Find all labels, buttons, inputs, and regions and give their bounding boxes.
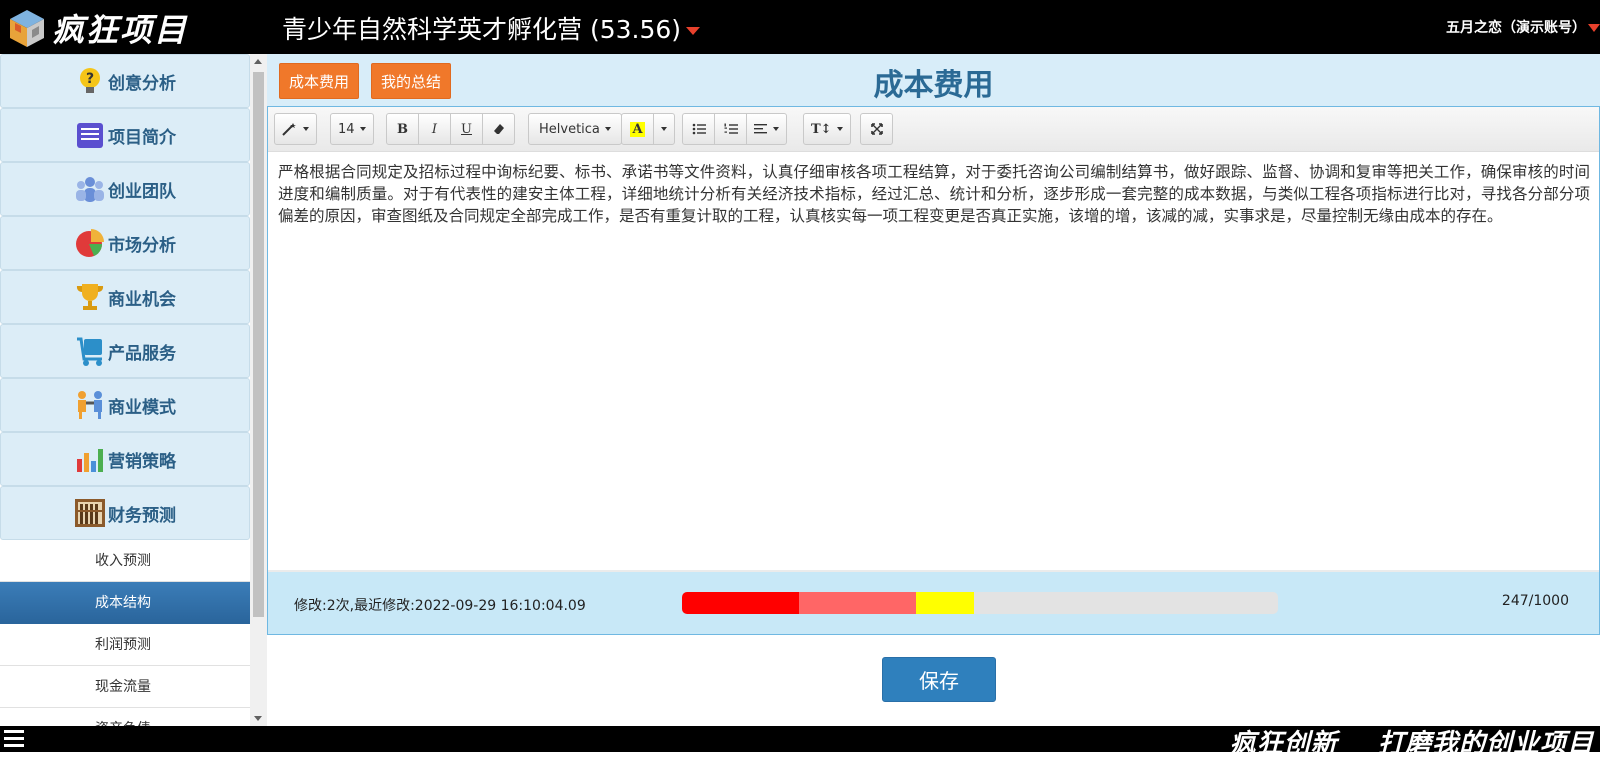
sidebar-item-label: 商业机会 [108, 289, 176, 310]
text-color-dropdown[interactable] [653, 113, 675, 145]
underline-icon: U [461, 121, 472, 137]
sidebar-item-label: 创业团队 [108, 181, 176, 202]
progress-segment [682, 592, 799, 614]
project-selector[interactable]: 青少年自然科学英才孵化营 (53.56) [282, 10, 701, 46]
sidebar-item-label: 营销策略 [108, 451, 176, 472]
trophy-icon [76, 284, 104, 310]
sidebar-scrollbar[interactable] [250, 54, 267, 726]
text-color-button[interactable]: A [621, 113, 654, 145]
sidebar-item-label: 商业模式 [108, 397, 176, 418]
handshake-icon [78, 391, 102, 419]
magic-wand-style-button[interactable] [274, 113, 317, 145]
text-style-dropdown[interactable]: T↕ [803, 113, 851, 145]
eraser-icon [493, 124, 504, 134]
clear-format-button[interactable] [482, 113, 515, 145]
main-content: 成本费用 成本费用 我的总结 14 B I U Helvetica A T↕ 严… [267, 54, 1600, 726]
ordered-list-icon [724, 123, 738, 134]
text-height-icon: T↕ [811, 121, 832, 137]
bottom-bar: 疯狂创新 打磨我的创业项目 [0, 726, 1600, 759]
bold-icon: B [397, 121, 408, 137]
ordered-list-button[interactable] [714, 113, 747, 145]
sidebar-item-creative-analysis[interactable]: ? 创意分析 [0, 54, 250, 108]
editor-toolbar: 14 B I U Helvetica A T↕ [268, 107, 1599, 152]
cube-logo-icon [10, 10, 44, 47]
sidebar-item-market-analysis[interactable]: 市场分析 [0, 216, 250, 270]
font-size-value: 14 [338, 121, 355, 137]
fullscreen-button[interactable] [860, 113, 893, 145]
sidebar-item-business-opportunity[interactable]: 商业机会 [0, 270, 250, 324]
brand-name: 疯狂项目 [52, 11, 189, 49]
sidebar-item-label: 财务预测 [108, 505, 176, 526]
scroll-up-icon[interactable] [254, 59, 262, 64]
chevron-down-icon [686, 27, 701, 35]
magic-wand-icon [282, 123, 296, 136]
cart-icon [77, 337, 102, 366]
expand-icon [870, 123, 883, 135]
editor-text-area[interactable]: 严格根据合同规定及招标过程中询标纪要、标书、承诺书等文件资料，认真仔细审核各项工… [278, 161, 1590, 227]
slogan: 疯狂创新 打磨我的创业项目 [1229, 729, 1594, 759]
align-left-icon [754, 124, 767, 134]
sidebar-item-label: 项目简介 [108, 127, 176, 148]
sidebar-item-marketing-strategy[interactable]: 营销策略 [0, 432, 250, 486]
lightbulb-question-icon: ? [80, 68, 100, 93]
abacus-icon [75, 499, 105, 527]
sidebar-item-financial-forecast[interactable]: 财务预测 [0, 486, 250, 540]
progress-segment [798, 592, 916, 614]
bold-button[interactable]: B [386, 113, 419, 145]
unordered-list-icon [692, 123, 706, 135]
sidebar-item-business-model[interactable]: 商业模式 [0, 378, 250, 432]
bullet-list-button[interactable] [682, 113, 715, 145]
sidebar-item-label: 市场分析 [108, 235, 176, 256]
text-color-icon: A [630, 121, 645, 137]
editor-status-bar: 修改:2次,最近修改:2022-09-29 16:10:04.09 247/10… [267, 572, 1600, 635]
sidebar-subitem-profit-forecast[interactable]: 利润预测 [0, 624, 250, 666]
user-menu-caret-icon[interactable] [1588, 24, 1600, 32]
sidebar-subitem-cash-flow[interactable]: 现金流量 [0, 666, 250, 708]
team-icon [76, 177, 104, 202]
align-dropdown[interactable] [746, 113, 787, 145]
tab-cost-expense[interactable]: 成本费用 [279, 63, 360, 99]
content-header: 成本费用 成本费用 我的总结 [267, 54, 1600, 106]
scroll-down-icon[interactable] [254, 716, 262, 721]
progress-segment [915, 592, 975, 614]
logo[interactable]: 疯狂项目 [6, 6, 188, 50]
sidebar-item-label: 产品服务 [108, 343, 176, 364]
hamburger-menu-icon[interactable] [4, 730, 24, 749]
sidebar-item-label: 创意分析 [108, 73, 176, 94]
sidebar-subitem-balance-sheet[interactable]: 资产负债 [0, 708, 250, 726]
rich-text-editor: 14 B I U Helvetica A T↕ 严格根据合同规定及招标过程中询标… [267, 106, 1600, 594]
modify-info: 修改:2次,最近修改:2022-09-29 16:10:04.09 [294, 598, 586, 614]
italic-icon: I [431, 121, 438, 137]
document-icon [77, 123, 103, 148]
bar-chart-icon [77, 449, 103, 472]
svg-text:?: ? [86, 71, 94, 87]
tab-my-summary[interactable]: 我的总结 [371, 63, 452, 99]
char-count: 247/1000 [1501, 593, 1569, 609]
sidebar: ? 创意分析 项目简介 创业团队 市场分析 商业机会 产品服务 商业模式 营销策… [0, 54, 250, 726]
font-family-value: Helvetica [539, 121, 600, 137]
char-progress-bar [682, 592, 1278, 614]
font-size-dropdown[interactable]: 14 [330, 113, 374, 145]
italic-button[interactable]: I [418, 113, 451, 145]
pie-chart-icon [76, 229, 104, 257]
sidebar-item-team[interactable]: 创业团队 [0, 162, 250, 216]
save-button[interactable]: 保存 [882, 657, 996, 702]
project-title: 青少年自然科学英才孵化营 (53.56) [282, 15, 682, 44]
sidebar-item-project-intro[interactable]: 项目简介 [0, 108, 250, 162]
sidebar-subitem-revenue-forecast[interactable]: 收入预测 [0, 540, 250, 582]
underline-button[interactable]: U [450, 113, 483, 145]
scrollbar-thumb[interactable] [253, 72, 264, 617]
top-bar: 疯狂项目 青少年自然科学英才孵化营 (53.56) 五月之恋（演示账号） [0, 0, 1600, 54]
font-family-dropdown[interactable]: Helvetica [528, 113, 622, 145]
sidebar-item-products[interactable]: 产品服务 [0, 324, 250, 378]
sidebar-subitem-cost-structure[interactable]: 成本结构 [0, 582, 250, 624]
user-menu[interactable]: 五月之恋（演示账号） [1446, 17, 1586, 37]
page-title: 成本费用 [873, 68, 994, 103]
